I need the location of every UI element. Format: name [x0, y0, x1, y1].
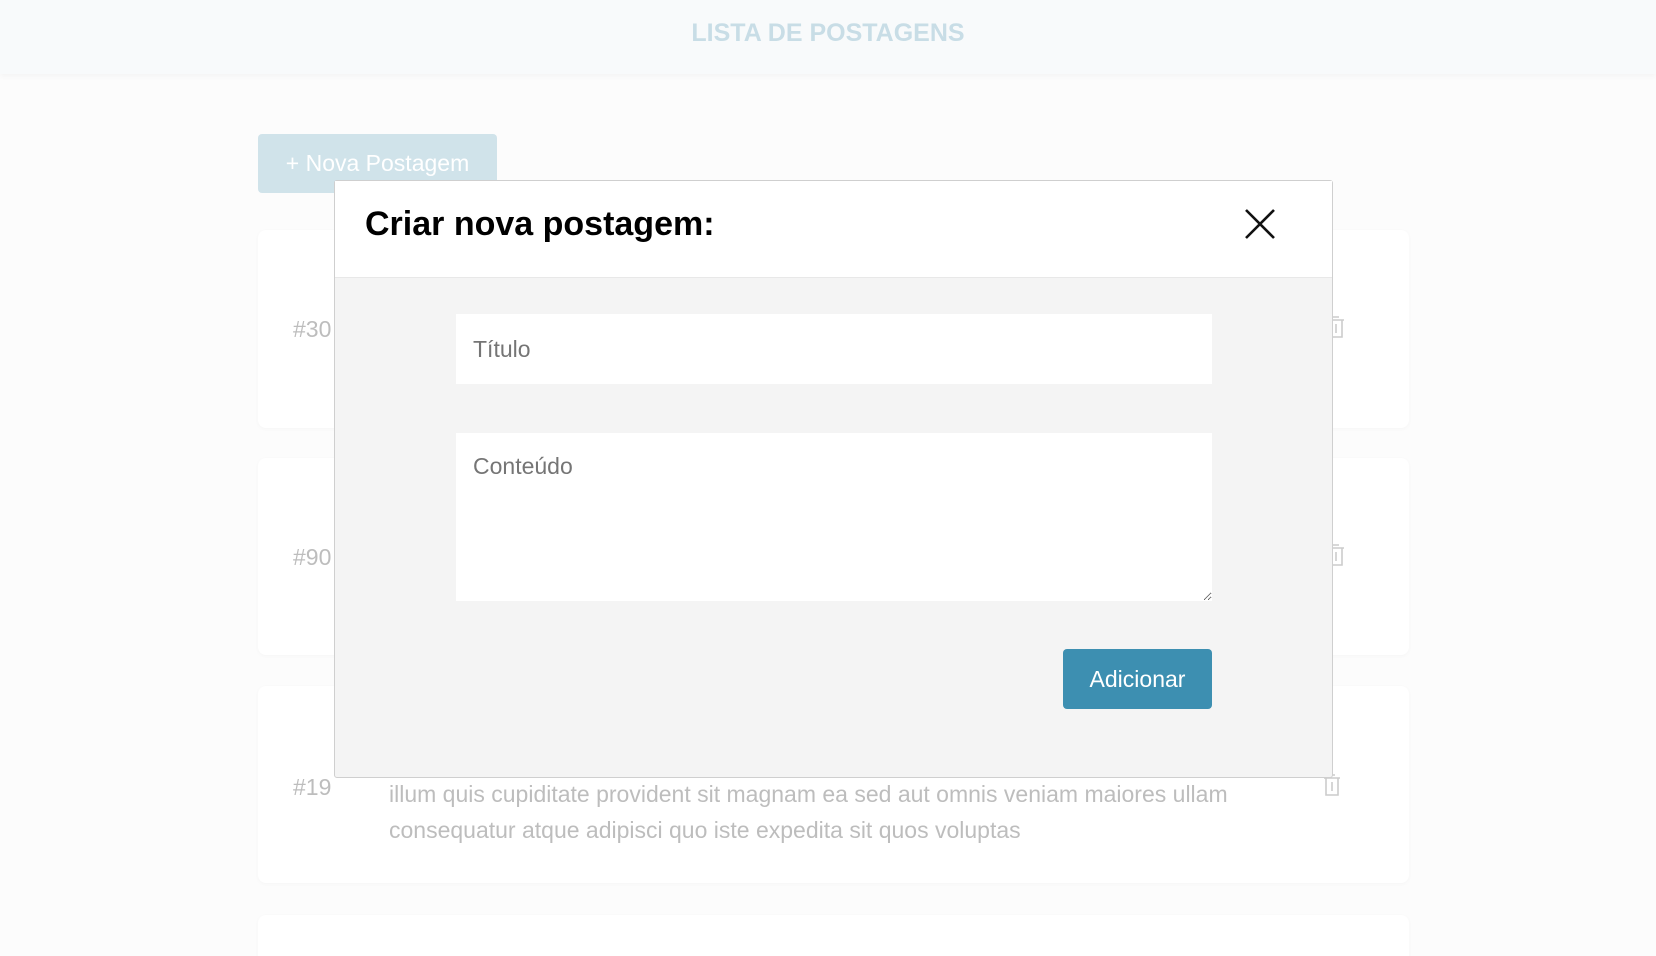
post-text-line: consequatur atque adipisci quo iste expe… — [389, 817, 1021, 843]
modal-header: Criar nova postagem: — [335, 181, 1332, 278]
title-input[interactable] — [456, 314, 1212, 384]
modal-title: Criar nova postagem: — [365, 205, 715, 243]
close-icon[interactable] — [1243, 207, 1277, 241]
post-id: #90 — [293, 544, 332, 570]
content-textarea[interactable] — [456, 433, 1212, 601]
page-header: LISTA DE POSTAGENS — [0, 0, 1656, 74]
post-id: #30 — [293, 316, 332, 342]
create-post-modal: Criar nova postagem: Adicionar — [334, 180, 1333, 778]
page-title: LISTA DE POSTAGENS — [691, 19, 965, 47]
post-id: #19 — [293, 774, 332, 800]
post-text: illum quis cupiditate provident sit magn… — [389, 776, 1289, 848]
add-button[interactable]: Adicionar — [1063, 649, 1212, 709]
post-card — [258, 915, 1409, 956]
post-text-line: illum quis cupiditate provident sit magn… — [389, 781, 1228, 807]
